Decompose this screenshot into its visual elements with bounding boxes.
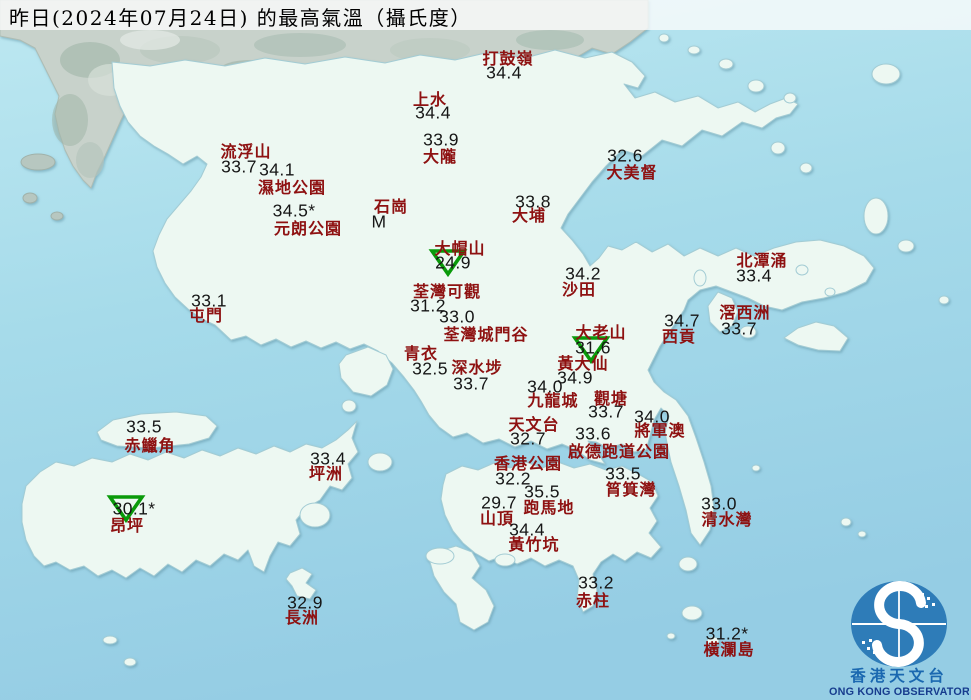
station-label: 上水 (412, 90, 448, 109)
hko-logo: 香港天文台 HONG KONG OBSERVATORY (821, 573, 971, 699)
station-label: 大隴 (422, 147, 458, 166)
station-label: 昂坪 (109, 516, 145, 535)
station-label: 北潭涌 (736, 251, 788, 270)
station-label: 石崗 (373, 197, 409, 216)
station-label: 赤柱 (575, 591, 611, 610)
station-label: 大老山 (575, 323, 627, 342)
weather-map-page: 昨日(2024年07月24日) 的最高氣溫（攝氏度） 34.4 打鼓嶺 34.4 上水… (0, 0, 971, 700)
station-label: 屯門 (188, 306, 224, 325)
station-label: 啟德跑道公園 (567, 442, 671, 461)
station-label: 觀塘 (593, 389, 629, 408)
station-label: 香港公園 (493, 454, 563, 473)
station-label: 青衣 (403, 344, 439, 363)
station-label: 跑馬地 (523, 498, 575, 517)
station-label: 赤鱲角 (124, 436, 176, 455)
station-label: 長洲 (284, 608, 320, 627)
station-label: 大埔 (511, 206, 547, 225)
station-label: 滘西洲 (719, 303, 771, 322)
station-label: 黃大仙 (557, 354, 609, 373)
station-label: 濕地公園 (257, 178, 327, 197)
station-label: 西貢 (661, 327, 697, 346)
hko-logo-emblem (851, 581, 947, 667)
hko-logo-chinese: 香港天文台 (850, 666, 948, 685)
station-label: 大帽山 (434, 239, 486, 258)
station-label: 筲箕灣 (605, 480, 657, 499)
station-label: 深水埗 (451, 358, 503, 377)
station-label: 坪洲 (308, 464, 344, 483)
station-label: 清水灣 (701, 510, 753, 529)
station-label: 打鼓嶺 (482, 49, 534, 68)
station-label: 荃灣城門谷 (443, 325, 529, 344)
station-label: 九龍城 (527, 391, 579, 410)
station-label: 流浮山 (220, 142, 272, 161)
hko-logo-english: HONG KONG OBSERVATORY (829, 686, 969, 698)
station-label: 元朗公園 (273, 219, 343, 238)
station-label: 荃灣可觀 (412, 282, 482, 301)
station-label: 橫瀾島 (703, 640, 755, 659)
station-label: 黃竹坑 (508, 535, 560, 554)
station-label: 天文台 (508, 415, 560, 434)
station-label: 大美督 (606, 163, 658, 182)
station-label: 沙田 (561, 280, 597, 299)
stations-layer: 34.4 打鼓嶺 34.4 上水 33.9 大隴 33.7 流浮山 34.1 濕地公園 34.5* 元… (0, 0, 971, 700)
